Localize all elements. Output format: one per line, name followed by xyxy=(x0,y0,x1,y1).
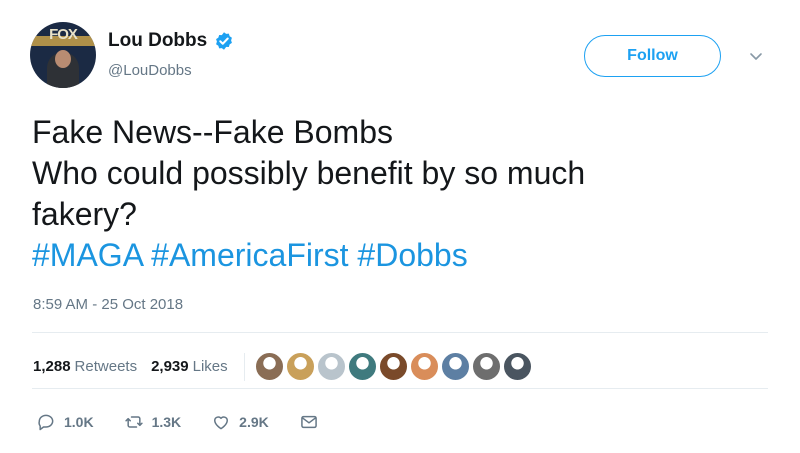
avatar[interactable]: FOX xyxy=(30,22,96,88)
liker-avatar[interactable] xyxy=(378,352,408,381)
tweet-card: FOX Lou Dobbs @LouDobbs Follow Fake News… xyxy=(0,0,800,453)
message-icon xyxy=(300,415,317,429)
likes-label[interactable]: Likes xyxy=(193,358,228,375)
reply-count: 1.0K xyxy=(64,414,94,430)
liker-avatar[interactable] xyxy=(254,352,284,381)
like-button[interactable]: 2.9K xyxy=(211,412,269,432)
timestamp[interactable]: 8:59 AM - 25 Oct 2018 xyxy=(33,296,183,313)
liker-avatar[interactable] xyxy=(285,352,315,381)
tweet-text: Fake News--Fake Bombs Who could possibly… xyxy=(32,112,772,276)
retweet-icon xyxy=(124,416,143,428)
divider xyxy=(32,332,768,333)
liker-avatar[interactable] xyxy=(347,352,377,381)
hashtag-link[interactable]: #Dobbs xyxy=(357,237,467,273)
direct-message-button[interactable] xyxy=(299,412,319,432)
retweet-button[interactable]: 1.3K xyxy=(124,412,182,432)
display-name[interactable]: Lou Dobbs xyxy=(108,30,207,52)
liker-avatar[interactable] xyxy=(471,352,501,381)
retweets-count[interactable]: 1,288 xyxy=(33,358,71,375)
heart-icon xyxy=(214,416,229,430)
reply-button[interactable]: 1.0K xyxy=(36,412,94,432)
liker-avatar[interactable] xyxy=(502,352,532,381)
action-bar: 1.0K 1.3K 2.9K xyxy=(36,412,349,432)
tweet-line: fakery? xyxy=(32,196,137,232)
divider xyxy=(32,388,768,389)
liker-avatars xyxy=(254,352,534,381)
hashtag-link[interactable]: #AmericaFirst xyxy=(151,237,348,273)
retweet-count: 1.3K xyxy=(151,414,182,430)
chevron-down-icon[interactable] xyxy=(748,48,764,64)
follow-button[interactable]: Follow xyxy=(584,35,721,77)
avatar-face xyxy=(55,50,71,68)
like-count: 2.9K xyxy=(239,414,269,430)
hashtag-link[interactable]: #MAGA xyxy=(32,237,142,273)
name-row: Lou Dobbs xyxy=(108,30,234,52)
hashtag-row: #MAGA #AmericaFirst #Dobbs xyxy=(32,235,772,276)
user-handle[interactable]: @LouDobbs xyxy=(108,62,192,79)
retweets-label[interactable]: Retweets xyxy=(75,358,138,375)
liker-avatar[interactable] xyxy=(440,352,470,381)
verified-badge-icon xyxy=(216,32,233,50)
liker-avatar[interactable] xyxy=(409,352,439,381)
stats-row: 1,288 Retweets 2,939 Likes xyxy=(33,352,534,381)
liker-avatar[interactable] xyxy=(316,352,346,381)
reply-icon xyxy=(38,414,54,431)
tweet-line: Fake News--Fake Bombs xyxy=(32,114,393,150)
avatar-logo: FOX xyxy=(49,26,78,43)
stats-separator xyxy=(243,352,245,381)
tweet-line: Who could possibly benefit by so much xyxy=(32,155,586,191)
likes-count[interactable]: 2,939 xyxy=(151,358,189,375)
